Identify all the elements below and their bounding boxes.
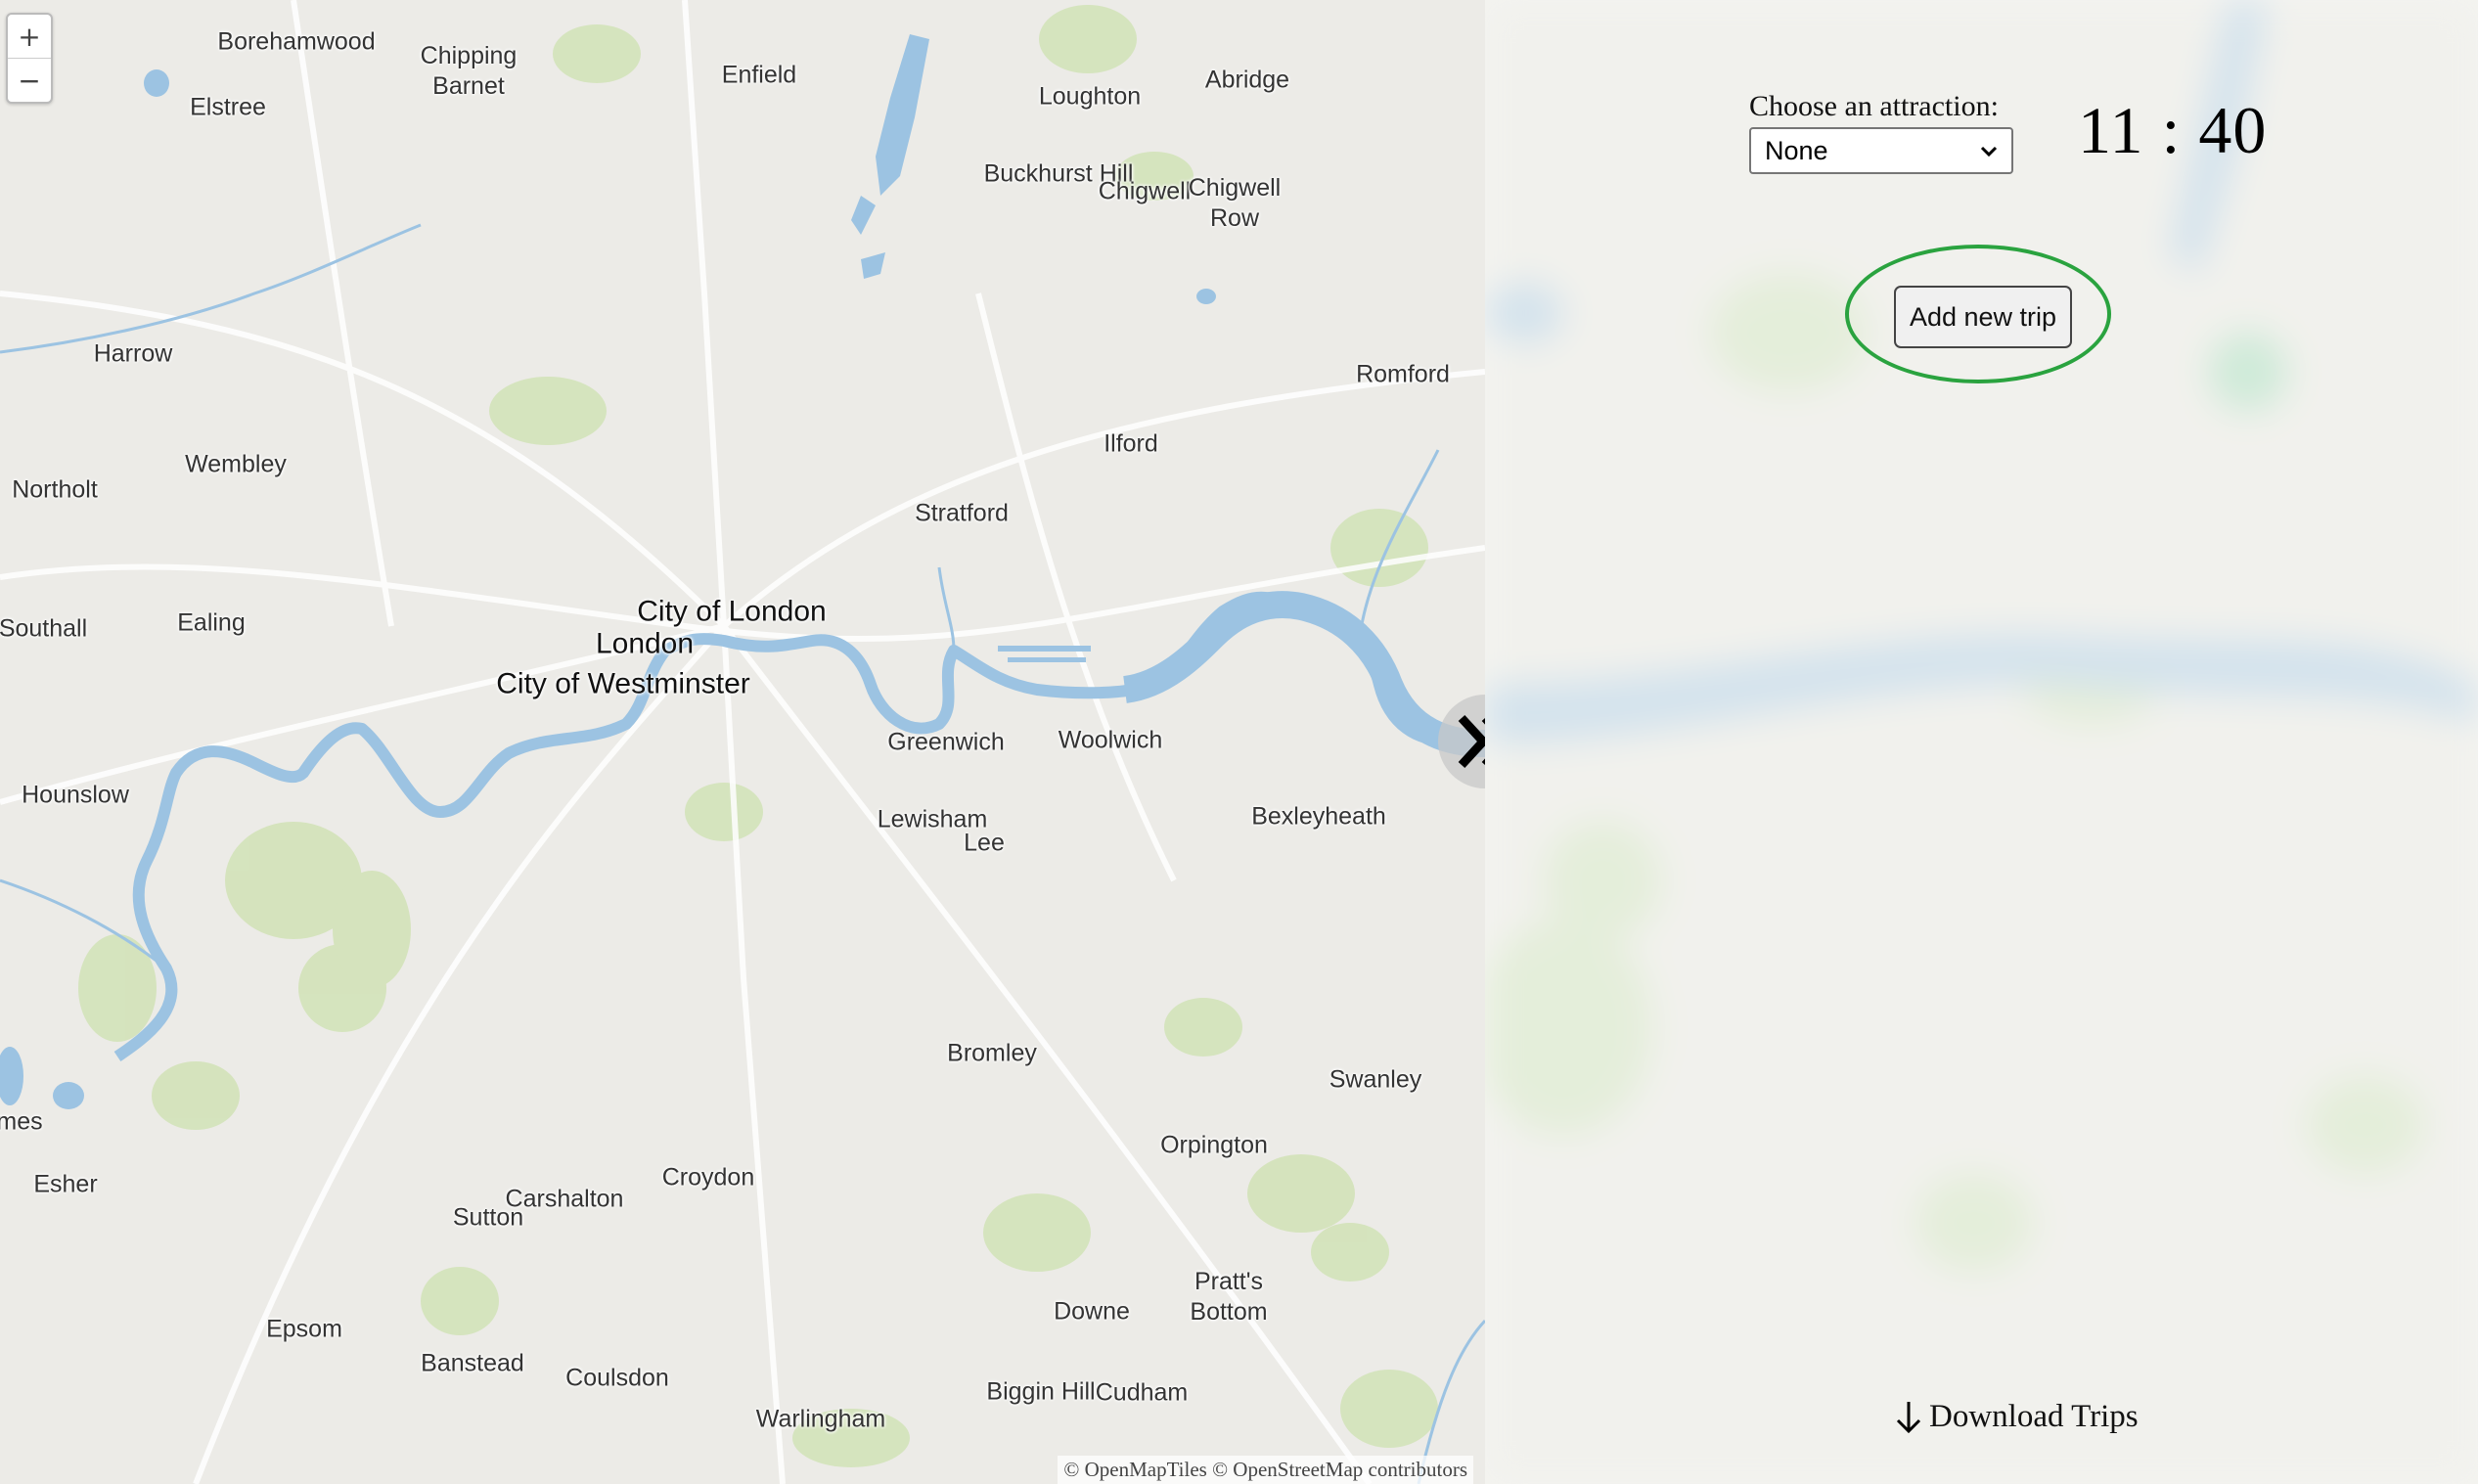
download-trips-label: Download Trips xyxy=(1929,1399,2139,1434)
place-label: Bexleyheath xyxy=(1251,802,1386,831)
place-label: City of Westminster xyxy=(496,667,750,700)
zoom-control: + − xyxy=(6,13,53,104)
arrow-down-icon xyxy=(1896,1401,1921,1433)
place-label: Chigwell Row xyxy=(1188,173,1282,232)
place-label: Greenwich xyxy=(887,728,1005,756)
place-label: Loughton xyxy=(1038,82,1142,111)
place-label: Coulsdon xyxy=(565,1364,669,1392)
zoom-in-button[interactable]: + xyxy=(8,15,51,58)
place-label: Biggin Hill xyxy=(986,1377,1096,1406)
place-label: Chigwell xyxy=(1098,177,1192,205)
place-label: Elstree xyxy=(190,93,266,121)
place-label: Ilford xyxy=(1104,429,1158,458)
map-attribution[interactable]: © OpenMapTiles © OpenStreetMap contribut… xyxy=(1058,1456,1473,1484)
place-label: Lee xyxy=(964,829,1005,857)
place-label: Sutton xyxy=(452,1203,524,1232)
place-label: mes xyxy=(0,1107,43,1136)
download-trips-link[interactable]: Download Trips xyxy=(1894,1399,2139,1435)
place-label: Croydon xyxy=(661,1163,755,1192)
clock-minutes: 40 xyxy=(2198,93,2268,167)
attraction-label: Choose an attraction: xyxy=(1749,90,1999,122)
place-label: Stratford xyxy=(915,499,1009,527)
place-label: City of London xyxy=(637,595,827,628)
place-label: Orpington xyxy=(1160,1131,1268,1159)
place-label: Enfield xyxy=(721,61,797,89)
attraction-select-value: None xyxy=(1765,135,1828,165)
place-label: London xyxy=(595,627,695,660)
double-chevron-right-icon xyxy=(1458,714,1485,769)
clock-hours: 11 xyxy=(2078,93,2144,167)
place-label: Romford xyxy=(1356,360,1450,388)
place-label: Abridge xyxy=(1204,66,1290,94)
attraction-select[interactable]: None xyxy=(1749,127,2013,174)
place-label: Warlingham xyxy=(755,1405,886,1433)
clock-display: 11 : 40 xyxy=(2078,92,2267,169)
place-label: Cudham xyxy=(1095,1378,1189,1407)
place-label: Borehamwood xyxy=(217,27,376,56)
place-label: Harrow xyxy=(93,339,173,368)
place-label: Woolwich xyxy=(1058,726,1163,754)
zoom-out-button[interactable]: − xyxy=(8,58,51,102)
place-label: Downe xyxy=(1054,1297,1130,1326)
chevron-down-icon xyxy=(1980,146,1998,157)
map[interactable]: Borehamwood Chipping Barnet Enfield Elstree L… xyxy=(0,0,1485,1484)
side-panel: Choose an attraction: None 11 : 40 Add n… xyxy=(1485,0,2478,1484)
place-label: Esher xyxy=(33,1170,98,1198)
place-label: Bromley xyxy=(947,1039,1037,1067)
place-label: Banstead xyxy=(421,1349,524,1377)
place-label: Chipping Barnet xyxy=(420,41,518,100)
place-label: Northolt xyxy=(12,475,98,504)
place-label: Pratt's Bottom xyxy=(1190,1267,1268,1326)
place-label: Wembley xyxy=(185,450,287,478)
place-label: Swanley xyxy=(1329,1065,1422,1094)
panel-veil xyxy=(1485,0,2478,1484)
add-new-trip-button[interactable]: Add new trip xyxy=(1894,286,2072,348)
place-label: Epsom xyxy=(266,1315,342,1343)
place-label: Southall xyxy=(0,614,88,643)
place-label: Hounslow xyxy=(22,781,129,809)
clock-separator: : xyxy=(2161,93,2182,167)
place-label: Ealing xyxy=(177,608,246,637)
